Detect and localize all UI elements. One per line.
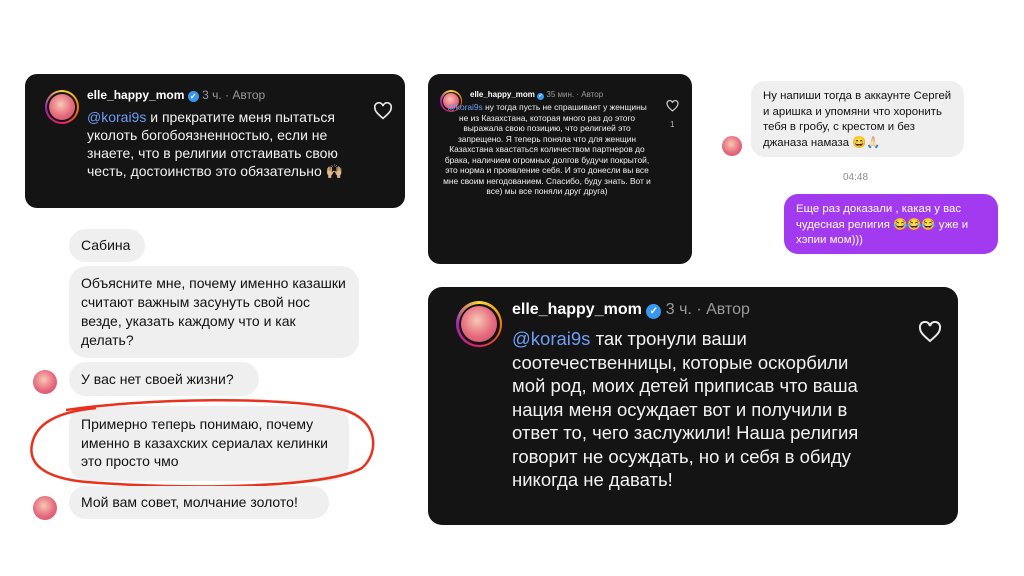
message-bubble: Мой вам совет, молчание золото!: [69, 486, 329, 519]
verified-badge-icon: ✓: [646, 304, 662, 319]
message-bubble: Объясните мне, почему именно казашки счи…: [69, 266, 359, 358]
verified-badge-icon: ✓: [537, 93, 545, 100]
comment-body: @korai9s так тронули ваши соотечественни…: [512, 327, 872, 492]
highlight-circle: [30, 398, 375, 488]
sender-avatar[interactable]: [722, 136, 742, 156]
mention-link[interactable]: @korai9s: [512, 328, 590, 349]
message-bubble: У вас нет своей жизни?: [69, 362, 259, 396]
mention-link[interactable]: @korai9s: [87, 109, 146, 125]
avatar[interactable]: [49, 94, 75, 120]
like-count: 1: [670, 120, 675, 129]
heart-icon[interactable]: [373, 102, 393, 120]
comment-text: так тронули ваши соотечественницы, котор…: [512, 328, 859, 490]
comment-time: 35 мин.: [546, 90, 575, 99]
author-label: Автор: [581, 90, 604, 99]
comment-text: ну тогда пусть не спрашивает у женщины н…: [443, 102, 651, 196]
username[interactable]: elle_happy_mom: [512, 301, 642, 318]
avatar-ring: [45, 90, 79, 124]
avatar[interactable]: [461, 306, 497, 342]
comment-card-1: elle_happy_mom ✓ 3 ч. · Автор @korai9s и…: [25, 74, 405, 208]
username[interactable]: elle_happy_mom: [87, 88, 184, 102]
comment-time: 3 ч.: [202, 88, 222, 102]
emoji: 🙌🏼: [325, 163, 344, 179]
avatar-ring: [456, 301, 502, 347]
mention-link[interactable]: @korai9s: [447, 102, 483, 112]
comment-time: 3 ч.: [665, 301, 692, 318]
username[interactable]: elle_happy_mom: [470, 90, 535, 99]
sender-avatar[interactable]: [33, 370, 57, 394]
comment-card-2: elle_happy_mom ✓ 35 мин. · Автор @korai9…: [428, 74, 692, 264]
message-timestamp: 04:48: [843, 172, 869, 183]
outgoing-message: Еще раз доказали , какая у вас чудесная …: [784, 194, 998, 254]
sender-avatar[interactable]: [33, 496, 57, 520]
heart-icon[interactable]: [918, 321, 942, 343]
heart-icon[interactable]: [666, 100, 679, 112]
sender-name-bubble: Сабина: [69, 229, 145, 262]
author-label: Автор: [706, 301, 750, 318]
comment-body: @korai9s ну тогда пусть не спрашивает у …: [442, 102, 652, 197]
incoming-message: Ну напиши тогда в аккаунте Сергей и ариш…: [751, 81, 964, 157]
author-label: Автор: [232, 88, 266, 102]
comment-body: @korai9s и прекратите меня пытаться укол…: [87, 108, 357, 180]
comment-card-3: elle_happy_mom ✓ 3 ч. · Автор @korai9s т…: [428, 287, 958, 525]
verified-badge-icon: ✓: [187, 91, 199, 102]
